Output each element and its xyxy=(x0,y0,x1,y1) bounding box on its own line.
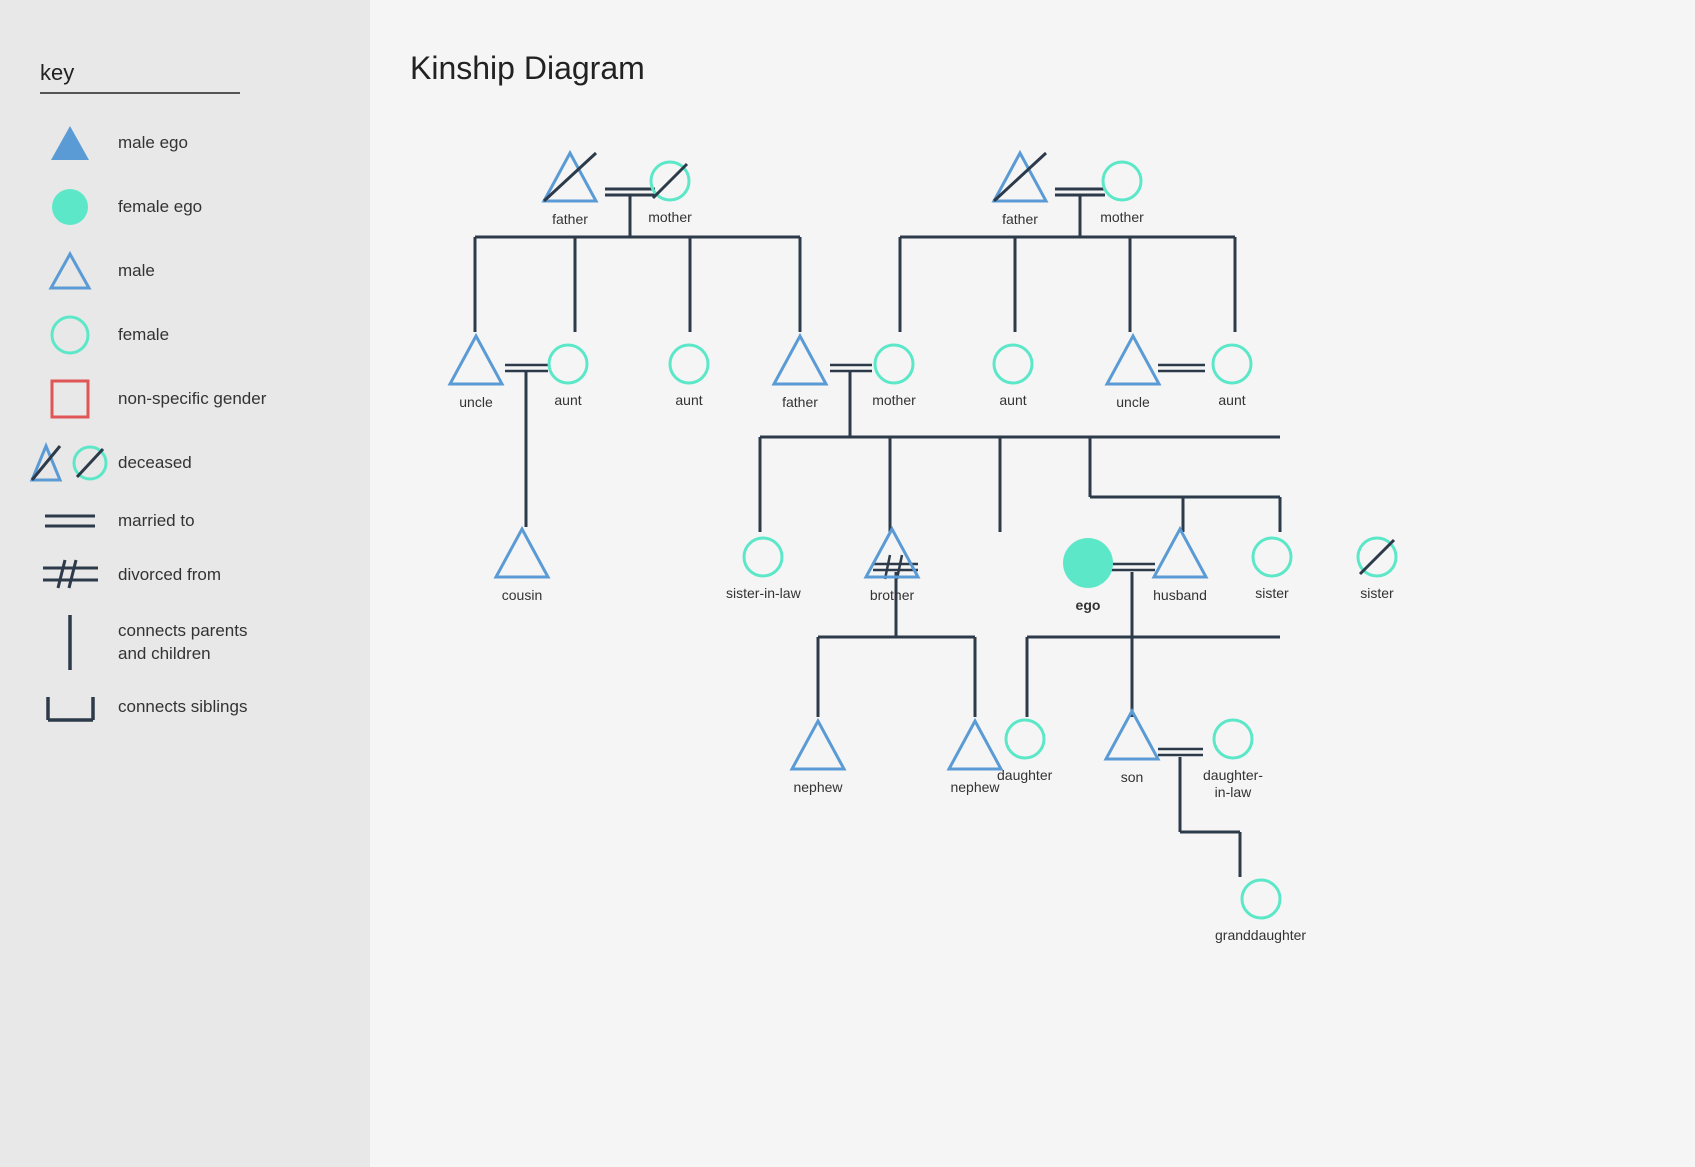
node-mother: mother xyxy=(872,342,916,409)
node-uncle-right: uncle xyxy=(1103,332,1163,411)
node-sister-1: sister xyxy=(1250,535,1294,602)
key-label-male: male xyxy=(118,260,155,282)
node-aunt-left: aunt xyxy=(546,342,590,409)
diagram-lines xyxy=(410,117,1660,1117)
key-label-female-ego: female ego xyxy=(118,196,202,218)
label-cousin: cousin xyxy=(502,587,542,604)
label-mat-grandfather: father xyxy=(1002,211,1038,228)
key-item-married: married to xyxy=(40,506,330,536)
node-granddaughter: granddaughter xyxy=(1215,877,1306,944)
node-son: son xyxy=(1102,707,1162,786)
key-label-siblings: connects siblings xyxy=(118,696,247,718)
node-brother: brother xyxy=(862,525,922,604)
label-aunt-3: aunt xyxy=(999,392,1026,409)
sidebar: key male ego female ego male xyxy=(0,0,370,1167)
node-mat-grandmother: mother xyxy=(1100,159,1144,226)
key-item-parent-child: connects parentsand children xyxy=(40,615,330,670)
node-mat-grandfather: father xyxy=(990,149,1050,228)
label-daughter-in-law: daughter-in-law xyxy=(1203,767,1263,801)
key-label-married: married to xyxy=(118,510,195,532)
label-father: father xyxy=(782,394,818,411)
deceased-icon xyxy=(40,442,100,484)
key-label-male-ego: male ego xyxy=(118,132,188,154)
key-label-nonspecific: non-specific gender xyxy=(118,388,266,410)
node-nephew-2: nephew xyxy=(945,717,1005,796)
node-aunt-2: aunt xyxy=(667,342,711,409)
parent-child-icon xyxy=(40,615,100,670)
node-pat-grandmother: mother xyxy=(648,159,692,226)
male-icon xyxy=(40,250,100,292)
kinship-diagram: father mother father mother xyxy=(410,117,1660,1117)
label-uncle-left: uncle xyxy=(459,394,492,411)
diagram-title: Kinship Diagram xyxy=(410,50,1660,87)
siblings-icon xyxy=(40,692,100,722)
nonspecific-icon xyxy=(40,378,100,420)
label-aunt-right: aunt xyxy=(1218,392,1245,409)
node-uncle-left: uncle xyxy=(446,332,506,411)
label-daughter: daughter xyxy=(997,767,1052,784)
key-item-male: male xyxy=(40,250,330,292)
label-mother: mother xyxy=(872,392,916,409)
label-mat-grandmother: mother xyxy=(1100,209,1144,226)
key-item-male-ego: male ego xyxy=(40,122,330,164)
node-aunt-right: aunt xyxy=(1210,342,1254,409)
key-item-female: female xyxy=(40,314,330,356)
label-brother: brother xyxy=(870,587,914,604)
label-nephew-2: nephew xyxy=(950,779,999,796)
label-husband: husband xyxy=(1153,587,1207,604)
key-label-parent-child: connects parentsand children xyxy=(118,620,247,664)
node-daughter: daughter xyxy=(997,717,1052,784)
label-son: son xyxy=(1121,769,1144,786)
key-label-female: female xyxy=(118,324,169,346)
node-father: father xyxy=(770,332,830,411)
label-aunt-2: aunt xyxy=(675,392,702,409)
label-ego: ego xyxy=(1076,597,1101,614)
divorced-icon xyxy=(40,558,100,593)
married-icon xyxy=(40,506,100,536)
node-aunt-3: aunt xyxy=(991,342,1035,409)
female-ego-icon xyxy=(40,186,100,228)
node-ego: ego xyxy=(1060,535,1116,614)
label-sister-2: sister xyxy=(1360,585,1393,602)
label-aunt-left: aunt xyxy=(554,392,581,409)
male-ego-icon xyxy=(40,122,100,164)
key-label-divorced: divorced from xyxy=(118,564,221,586)
label-granddaughter: granddaughter xyxy=(1215,927,1306,944)
node-sister-in-law: sister-in-law xyxy=(726,535,801,602)
key-item-divorced: divorced from xyxy=(40,558,330,593)
node-nephew-1: nephew xyxy=(788,717,848,796)
node-daughter-in-law: daughter-in-law xyxy=(1203,717,1263,801)
main-content: Kinship Diagram xyxy=(370,0,1695,1167)
node-sister-2: sister xyxy=(1355,535,1399,602)
key-item-siblings: connects siblings xyxy=(40,692,330,722)
node-cousin: cousin xyxy=(492,525,552,604)
label-uncle-right: uncle xyxy=(1116,394,1149,411)
key-item-deceased: deceased xyxy=(40,442,330,484)
node-pat-grandfather: father xyxy=(540,149,600,228)
key-item-female-ego: female ego xyxy=(40,186,330,228)
label-pat-grandmother: mother xyxy=(648,209,692,226)
node-husband: husband xyxy=(1150,525,1210,604)
label-pat-grandfather: father xyxy=(552,211,588,228)
key-title: key xyxy=(40,60,330,86)
key-label-deceased: deceased xyxy=(118,452,192,474)
label-sister-in-law: sister-in-law xyxy=(726,585,801,602)
label-nephew-1: nephew xyxy=(793,779,842,796)
label-sister-1: sister xyxy=(1255,585,1288,602)
female-icon xyxy=(40,314,100,356)
key-item-nonspecific: non-specific gender xyxy=(40,378,330,420)
